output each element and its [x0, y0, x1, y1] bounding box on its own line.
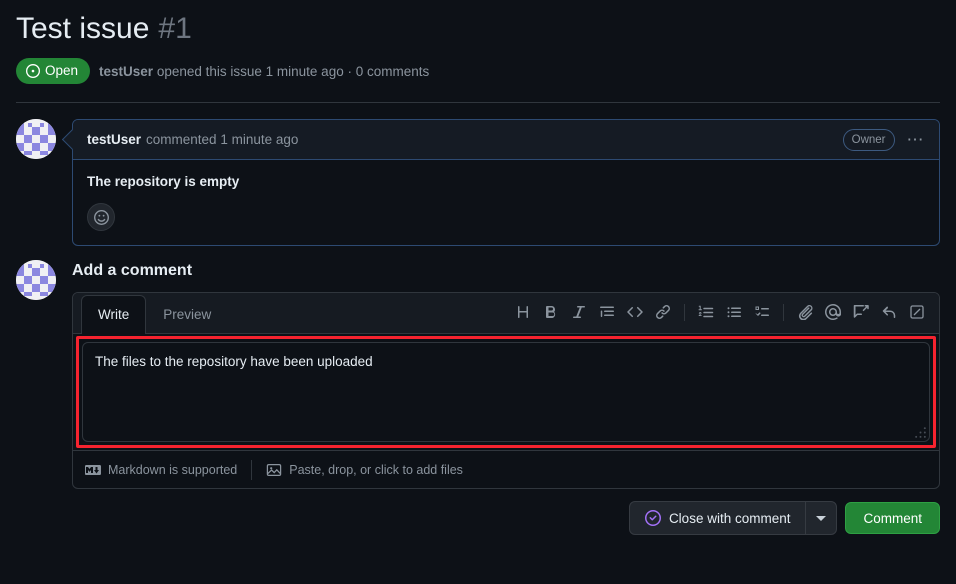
footer-separator [251, 459, 253, 480]
reaction-row [73, 193, 939, 245]
link-icon[interactable] [649, 299, 677, 325]
issue-author: testUser [99, 63, 154, 79]
add-files-label: Paste, drop, or click to add files [289, 462, 463, 477]
task-list-icon[interactable] [748, 299, 776, 325]
issue-byline: testUser opened this issue 1 minute ago … [99, 64, 429, 79]
page-title: Test issue #1 [16, 10, 940, 48]
comment-submit-button[interactable]: Comment [845, 502, 940, 534]
comment-textarea[interactable]: The files to the repository have been up… [82, 342, 930, 442]
saved-reply-icon[interactable] [847, 299, 875, 325]
markdown-supported-label: Markdown is supported [108, 462, 238, 477]
add-files-button[interactable]: Paste, drop, or click to add files [266, 462, 463, 478]
comment-actions: Close with comment Comment [0, 489, 956, 535]
comment-editor: Write Preview The files to the repositor… [72, 292, 940, 489]
resize-handle-icon[interactable] [914, 426, 927, 439]
avatar[interactable] [16, 119, 56, 159]
comment-card: testUser commented 1 minute ago Owner ⋯ … [72, 119, 940, 246]
toolbar-separator [684, 303, 685, 321]
kebab-horizontal-icon[interactable]: ⋯ [907, 131, 926, 148]
comment-body: The repository is empty [73, 160, 939, 193]
triangle-down-icon [816, 515, 827, 521]
issue-byline-rest: opened this issue 1 minute ago · 0 comme… [156, 63, 430, 79]
issue-page: Test issue #1 Open testUser opened this … [0, 0, 956, 584]
comment-author[interactable]: testUser [87, 132, 141, 147]
owner-badge: Owner [842, 128, 895, 151]
add-comment-avatar-column [16, 256, 72, 489]
issue-meta: Open testUser opened this issue 1 minute… [16, 58, 940, 84]
tab-preview[interactable]: Preview [146, 295, 228, 334]
italic-icon[interactable] [565, 299, 593, 325]
add-reaction-button[interactable] [87, 203, 115, 231]
comment-input-highlight: The files to the repository have been up… [76, 336, 936, 448]
close-options-dropdown-button[interactable] [806, 502, 836, 534]
toolbar-separator [783, 303, 784, 321]
timeline: testUser commented 1 minute ago Owner ⋯ … [0, 103, 956, 246]
mention-icon[interactable] [819, 299, 847, 325]
close-with-comment-button[interactable]: Close with comment [630, 502, 806, 534]
bold-icon[interactable] [537, 299, 565, 325]
comment-submit-label: Comment [863, 510, 922, 526]
quote-icon[interactable] [593, 299, 621, 325]
tab-write[interactable]: Write [81, 295, 147, 334]
comment-textarea-value: The files to the repository have been up… [95, 354, 373, 369]
issue-opened-icon [26, 64, 40, 78]
ordered-list-icon[interactable] [692, 299, 720, 325]
comment-timestamp: commented 1 minute ago [146, 132, 299, 147]
add-comment-section: Add a comment Write Preview The files to… [0, 246, 956, 489]
heading-icon[interactable] [509, 299, 537, 325]
unordered-list-icon[interactable] [720, 299, 748, 325]
attachment-icon[interactable] [791, 299, 819, 325]
status-badge[interactable]: Open [16, 58, 91, 84]
markdown-icon [85, 462, 101, 478]
image-icon [266, 462, 282, 478]
avatar[interactable] [16, 260, 56, 300]
fullscreen-icon[interactable] [903, 299, 931, 325]
comment-header: testUser commented 1 minute ago Owner ⋯ [73, 120, 939, 160]
issue-title: Test issue [16, 12, 150, 45]
close-with-comment-label: Close with comment [668, 510, 791, 526]
markdown-supported-link[interactable]: Markdown is supported [85, 462, 237, 478]
smiley-icon [93, 209, 109, 225]
code-icon[interactable] [621, 299, 649, 325]
comment-text: The repository is empty [87, 174, 240, 189]
add-comment-main: Add a comment Write Preview The files to… [72, 256, 940, 489]
issue-closed-icon [644, 510, 661, 526]
markdown-toolbar [509, 299, 931, 333]
close-with-comment-split-button: Close with comment [628, 501, 838, 535]
add-comment-heading: Add a comment [72, 262, 193, 279]
reply-icon[interactable] [875, 299, 903, 325]
editor-tabs-row: Write Preview [73, 293, 939, 334]
status-badge-label: Open [45, 63, 79, 78]
issue-number: #1 [158, 12, 192, 45]
editor-footer: Markdown is supported Paste, drop, or cl… [73, 450, 939, 488]
issue-header: Test issue #1 Open testUser opened this … [0, 0, 956, 84]
